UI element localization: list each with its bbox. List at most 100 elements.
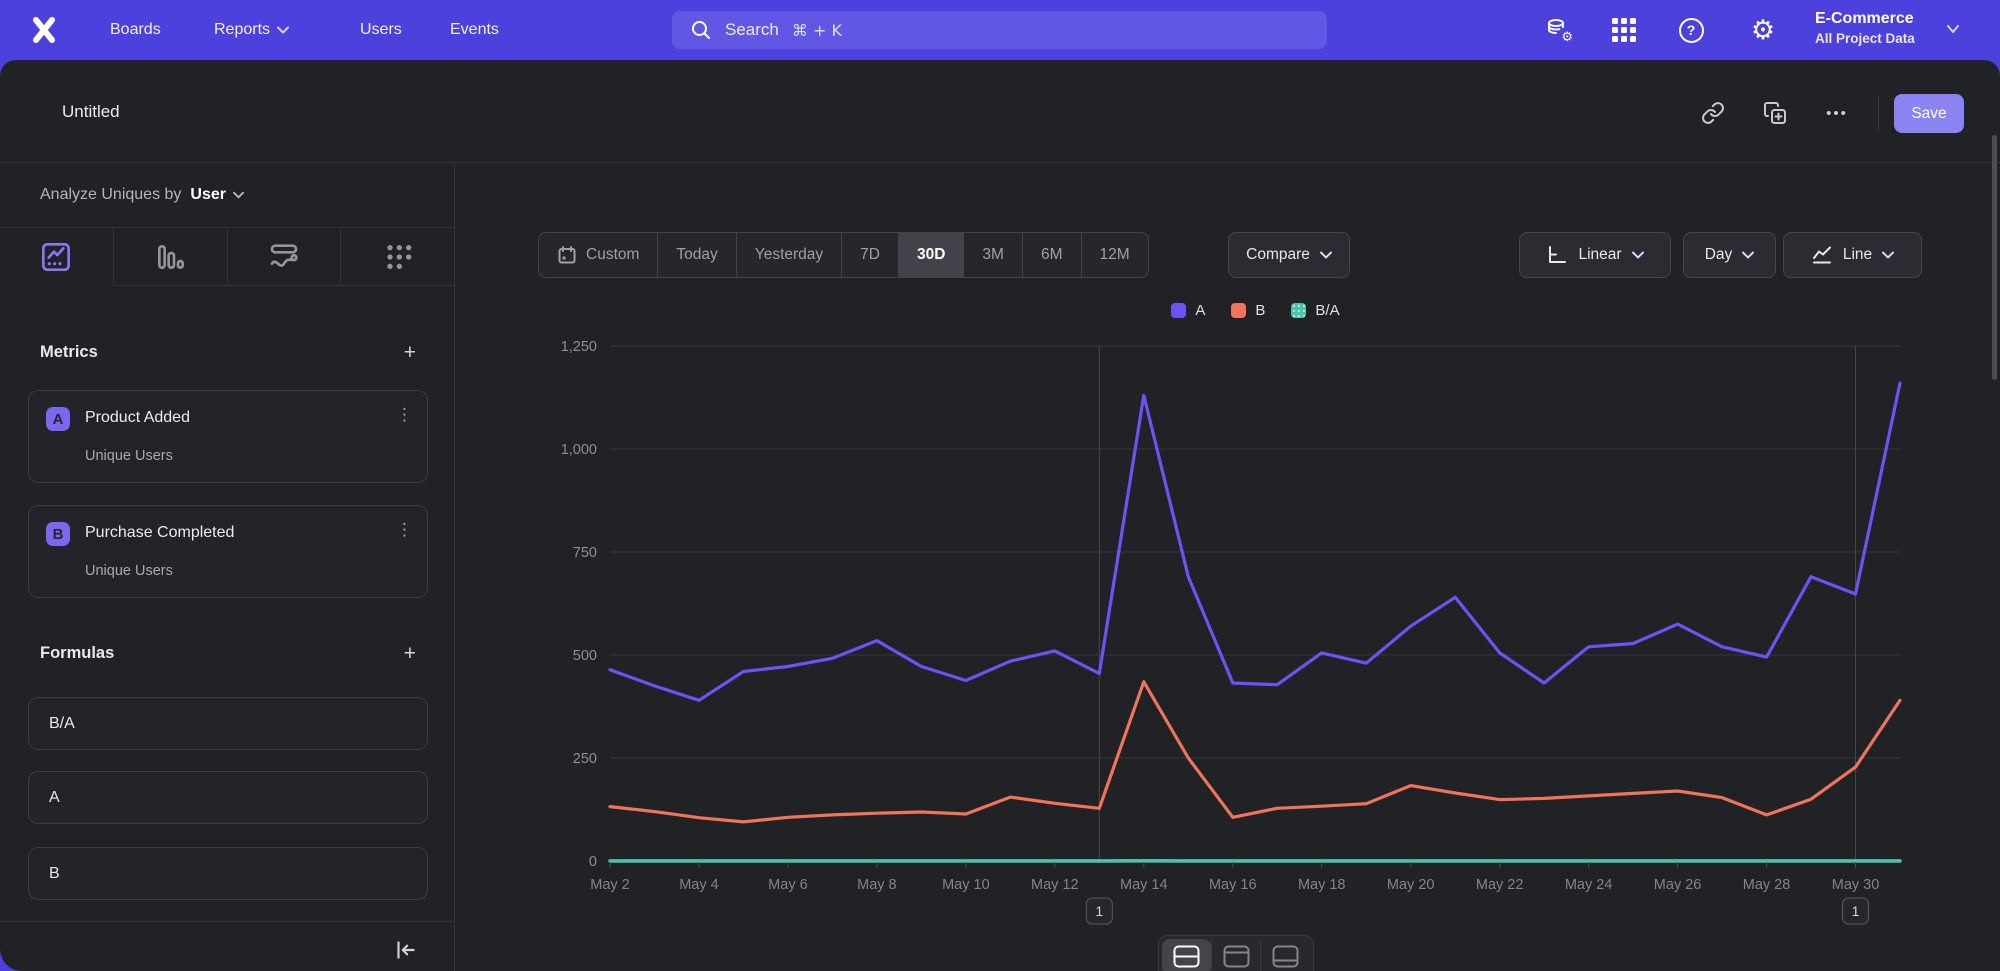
mixpanel-logo[interactable] xyxy=(28,14,60,46)
more-options-button[interactable]: ••• xyxy=(1816,100,1858,126)
formula-card[interactable]: B xyxy=(28,847,428,900)
report-title[interactable]: Untitled xyxy=(62,60,120,163)
range-today-button[interactable]: Today xyxy=(657,232,736,278)
project-scope: All Project Data xyxy=(1815,31,1915,46)
range-label: 12M xyxy=(1100,246,1130,264)
interval-label: Day xyxy=(1705,246,1733,264)
series-line-A[interactable] xyxy=(610,383,1900,700)
chart-svg[interactable]: 02505007501,0001,250May 2May 4May 6May 8… xyxy=(540,335,1930,930)
metric-subtitle[interactable]: Unique Users xyxy=(85,563,173,579)
tab-insights[interactable] xyxy=(0,228,114,286)
range-label: 6M xyxy=(1041,246,1063,264)
apps-grid-button[interactable] xyxy=(1604,0,1644,60)
formula-card[interactable]: A xyxy=(28,771,428,824)
formula-label: A xyxy=(49,789,60,807)
range-label: Today xyxy=(676,246,717,264)
scale-label: Linear xyxy=(1578,246,1621,264)
search-input[interactable]: Search ⌘ + K xyxy=(672,11,1327,49)
layout-switcher xyxy=(1158,935,1314,971)
flows-icon xyxy=(268,241,300,273)
range-30d-button[interactable]: 30D xyxy=(898,232,964,278)
nav-item-reports[interactable]: Reports xyxy=(214,0,289,60)
retention-grid-icon xyxy=(382,241,414,273)
chart-type-dropdown[interactable]: Line xyxy=(1783,232,1922,278)
y-axis-label: 500 xyxy=(573,648,597,664)
sidebar-footer-divider xyxy=(0,921,454,922)
metrics-section-header: Metrics + xyxy=(40,339,416,365)
scale-dropdown[interactable]: Linear xyxy=(1519,232,1671,278)
collapse-sidebar-button[interactable] xyxy=(392,937,418,963)
compare-dropdown[interactable]: Compare xyxy=(1228,232,1350,278)
nav-item-events[interactable]: Events xyxy=(450,0,499,60)
search-icon xyxy=(690,19,712,41)
x-axis-label: May 4 xyxy=(679,877,719,893)
chart-legend: A B B/A xyxy=(483,302,2000,319)
formula-label: B/A xyxy=(49,715,75,733)
formulas-heading: Formulas xyxy=(40,644,114,663)
range-yesterday-button[interactable]: Yesterday xyxy=(736,232,842,278)
calendar-icon xyxy=(557,245,577,265)
analyze-entity-dropdown[interactable]: User xyxy=(190,186,244,204)
annotation-badge-label: 1 xyxy=(1095,903,1103,919)
metric-name: Purchase Completed xyxy=(85,524,234,542)
range-label: 3M xyxy=(982,246,1004,264)
chevron-down-icon xyxy=(277,26,289,34)
x-axis-label: May 26 xyxy=(1654,877,1702,893)
legend-item-b[interactable]: B xyxy=(1231,302,1265,319)
x-axis-label: May 20 xyxy=(1387,877,1435,893)
add-formula-button[interactable]: + xyxy=(404,643,416,664)
formula-card[interactable]: B/A xyxy=(28,697,428,750)
metric-card-b[interactable]: B Purchase Completed Unique Users ⋮ xyxy=(28,505,428,598)
y-axis-label: 250 xyxy=(573,751,597,767)
legend-label: B/A xyxy=(1315,302,1339,319)
settings-button[interactable]: ⚙ xyxy=(1743,0,1783,60)
project-switcher[interactable]: E-Commerce All Project Data xyxy=(1815,10,1915,46)
layout-chart-bottom-button[interactable] xyxy=(1260,939,1310,971)
nav-item-label: Events xyxy=(450,21,499,39)
metric-subtitle[interactable]: Unique Users xyxy=(85,448,173,464)
insights-chart-icon xyxy=(40,241,72,273)
legend-swatch xyxy=(1171,303,1186,318)
gear-icon: ⚙ xyxy=(1561,31,1573,44)
x-axis-label: May 30 xyxy=(1832,877,1880,893)
range-3m-button[interactable]: 3M xyxy=(963,232,1023,278)
interval-dropdown[interactable]: Day xyxy=(1683,232,1776,278)
data-management-button[interactable]: ⚙ xyxy=(1538,0,1578,60)
metric-options-button[interactable]: ⋮ xyxy=(396,520,413,540)
tab-funnels[interactable] xyxy=(114,228,228,285)
x-axis-label: May 16 xyxy=(1209,877,1257,893)
tab-retention[interactable] xyxy=(341,228,454,285)
legend-item-a[interactable]: A xyxy=(1171,302,1205,319)
funnel-bars-icon xyxy=(154,241,186,273)
analyze-bar: Analyze Uniques by User xyxy=(0,163,454,228)
chevron-down-icon[interactable] xyxy=(1946,24,1960,34)
tab-flows[interactable] xyxy=(228,228,342,285)
scrollbar-thumb[interactable] xyxy=(1992,135,1997,380)
share-link-button[interactable] xyxy=(1700,100,1726,126)
range-7d-button[interactable]: 7D xyxy=(841,232,899,278)
save-button[interactable]: Save xyxy=(1894,94,1964,133)
date-range-control: Custom Today Yesterday 7D 30D 3M 6M 12M xyxy=(538,232,1149,278)
layout-top-icon xyxy=(1223,945,1250,968)
add-metric-button[interactable]: + xyxy=(404,342,416,363)
metric-name: Product Added xyxy=(85,409,190,427)
project-name: E-Commerce xyxy=(1815,10,1915,28)
gear-icon: ⚙ xyxy=(1751,17,1775,44)
range-6m-button[interactable]: 6M xyxy=(1022,232,1082,278)
layout-chart-top-button[interactable] xyxy=(1211,939,1261,971)
series-line-B[interactable] xyxy=(610,682,1900,822)
x-axis-label: May 2 xyxy=(590,877,630,893)
line-chart-icon xyxy=(1811,244,1833,266)
range-custom-button[interactable]: Custom xyxy=(538,232,658,278)
range-12m-button[interactable]: 12M xyxy=(1081,232,1149,278)
duplicate-button[interactable] xyxy=(1762,100,1788,126)
help-button[interactable]: ? xyxy=(1671,0,1711,60)
legend-item-ba[interactable]: B/A xyxy=(1291,302,1339,319)
nav-item-users[interactable]: Users xyxy=(360,0,402,60)
layout-split-button[interactable] xyxy=(1162,939,1211,971)
analyze-entity-value: User xyxy=(190,186,226,204)
nav-item-boards[interactable]: Boards xyxy=(110,0,161,60)
y-axis-label: 1,250 xyxy=(561,339,597,355)
metric-card-a[interactable]: A Product Added Unique Users ⋮ xyxy=(28,390,428,483)
metric-options-button[interactable]: ⋮ xyxy=(396,405,413,425)
